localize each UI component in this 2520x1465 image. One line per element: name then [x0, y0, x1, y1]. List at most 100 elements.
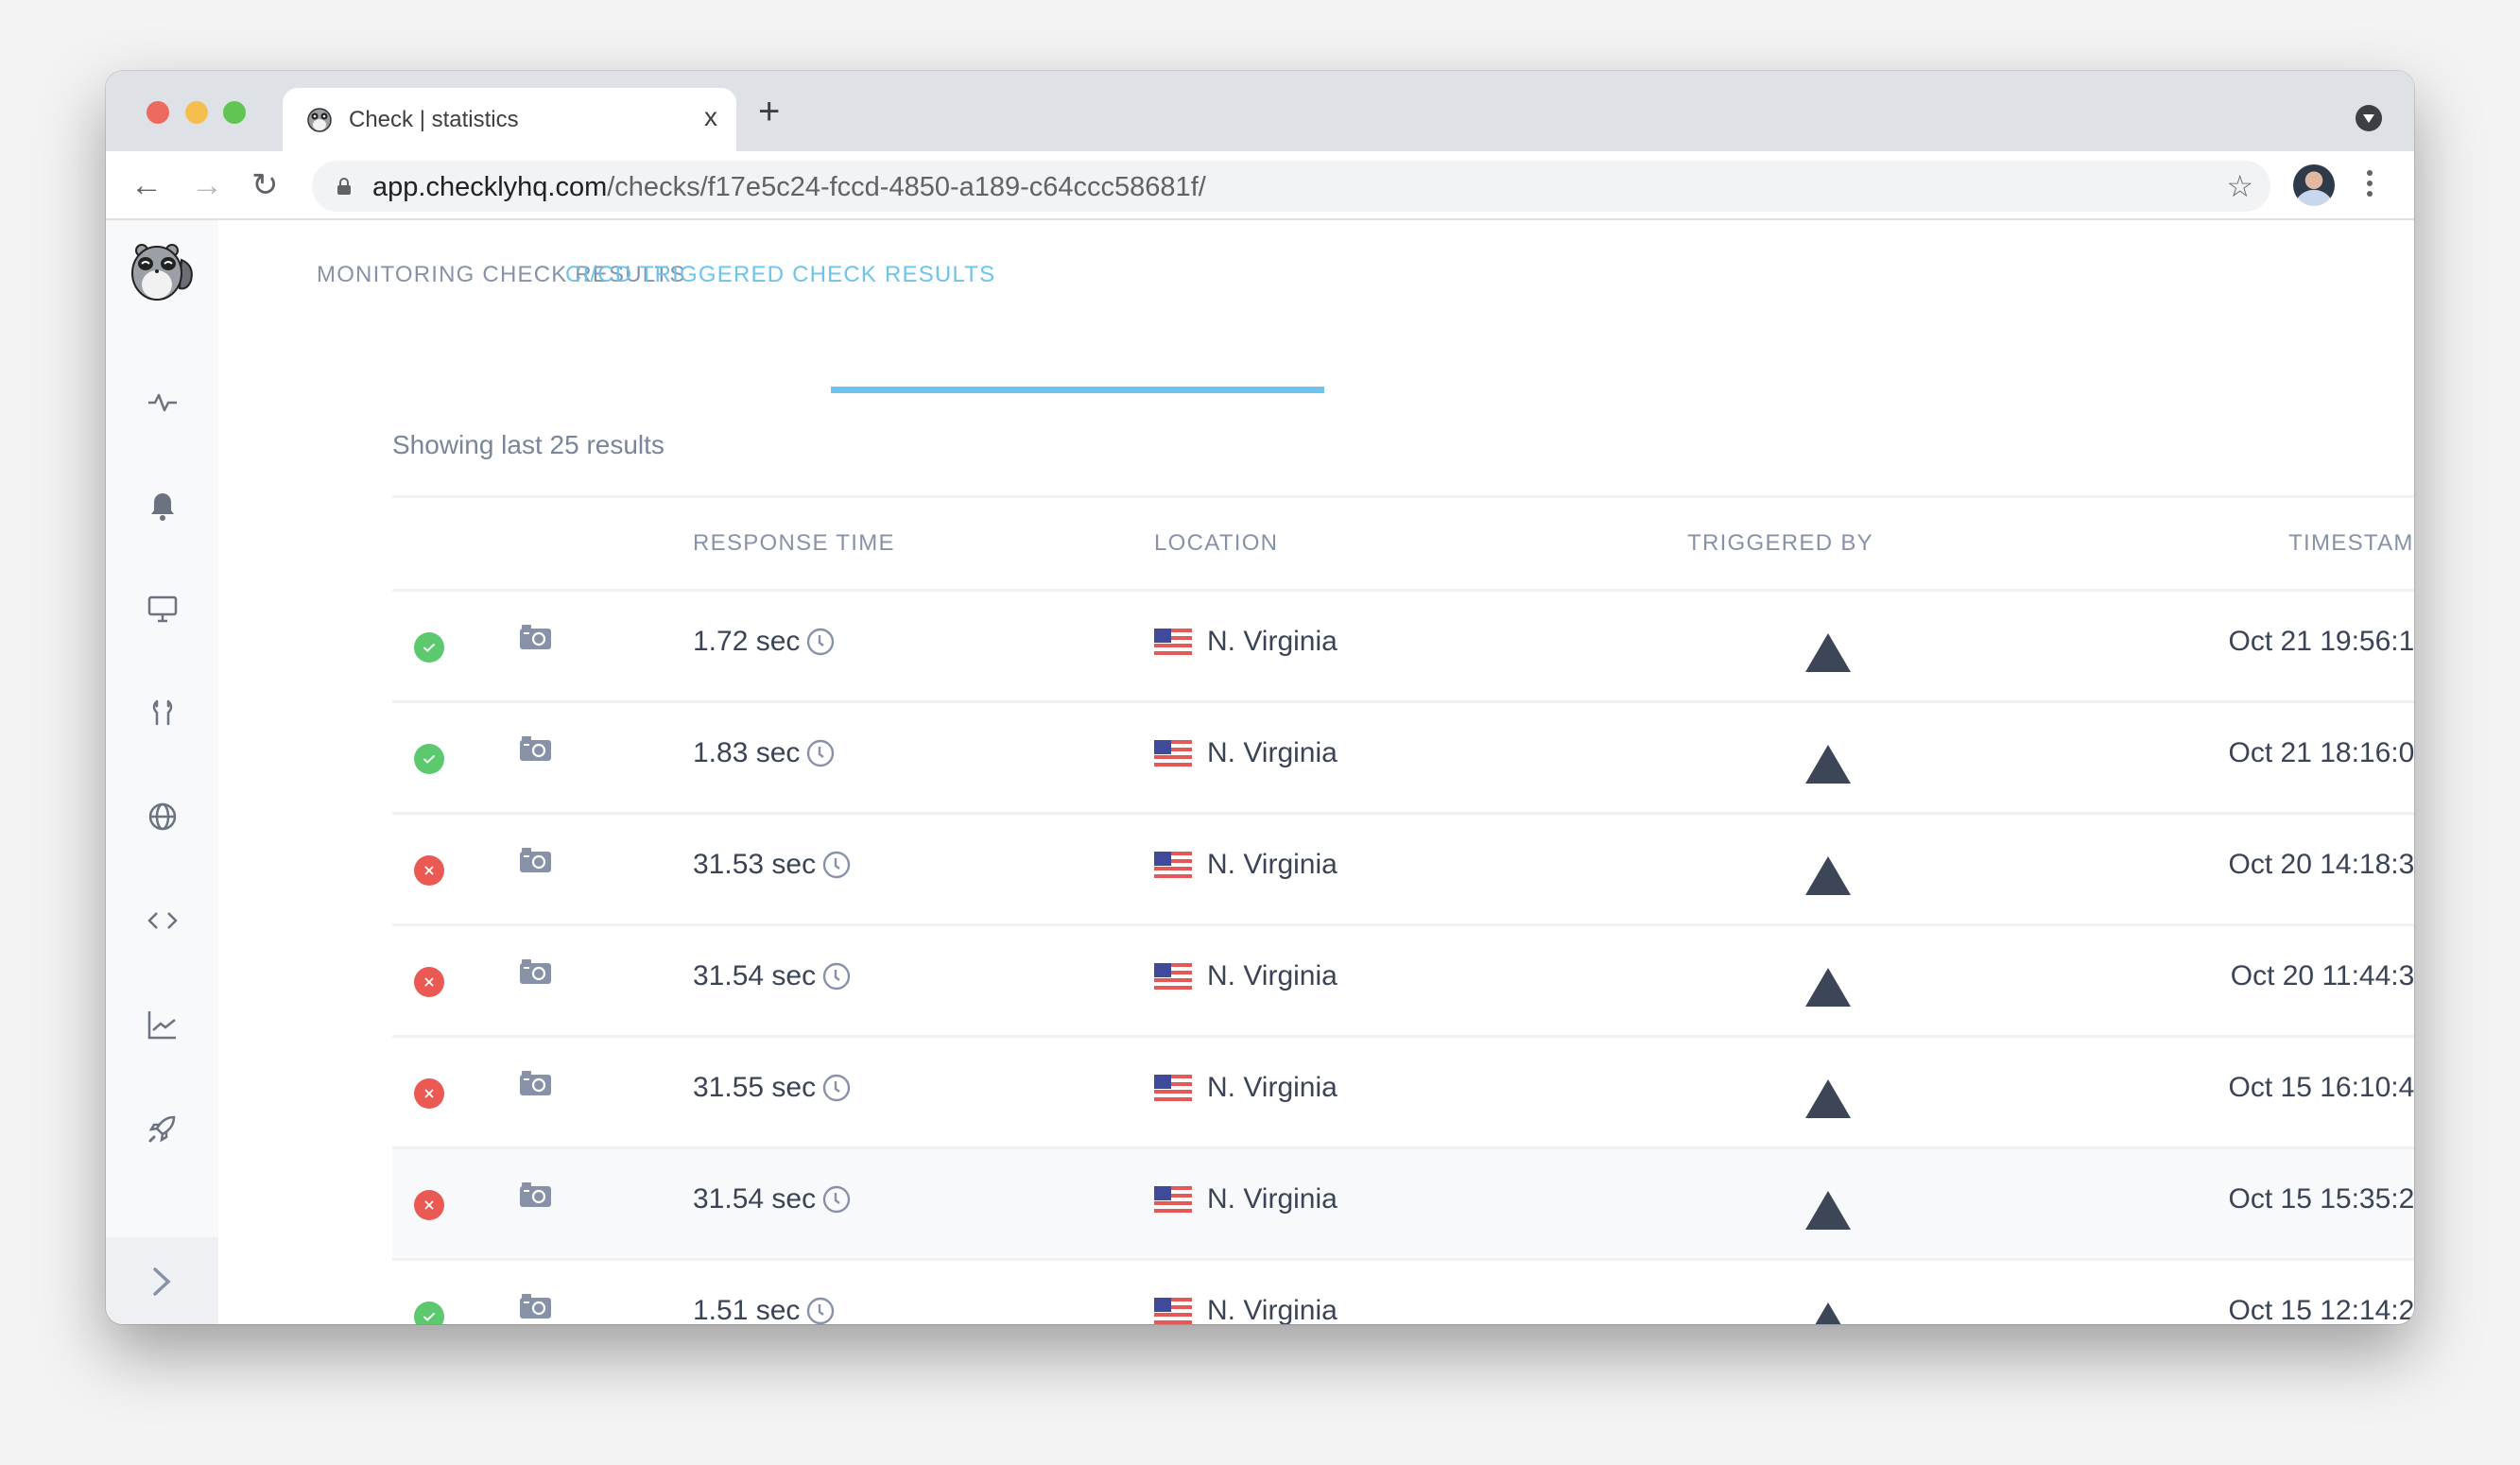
vercel-icon[interactable] — [1805, 856, 1851, 895]
response-time-value: 1.83 sec — [693, 737, 801, 768]
clock-icon[interactable] — [805, 1296, 836, 1324]
status-fail-icon — [414, 1190, 444, 1220]
minimize-window-button[interactable] — [185, 101, 208, 124]
clock-icon[interactable] — [805, 627, 836, 657]
camera-icon[interactable] — [520, 1182, 551, 1207]
tab-cicd-triggered-check-results[interactable]: CI/CD TRIGGERED CHECK RESULTS — [565, 262, 995, 288]
table-row[interactable]: 31.54 sec N. Virginia Oct 20 11:44:30 — [392, 926, 2414, 1038]
location: N. Virginia — [1154, 849, 1338, 881]
timestamp: Oct 21 19:56:13 — [2228, 626, 2415, 657]
checkly-raccoon-logo[interactable] — [129, 241, 197, 303]
globe-icon — [148, 802, 177, 831]
timestamp: Oct 15 12:14:21 — [2228, 1295, 2415, 1324]
clock-icon[interactable] — [821, 1073, 852, 1103]
location-name: N. Virginia — [1207, 849, 1338, 880]
address-bar[interactable]: app.checklyhq.com/checks/f17e5c24-fccd-4… — [312, 161, 2270, 212]
table-row[interactable]: 1.51 sec N. Virginia Oct 15 12:14:21 — [392, 1261, 2414, 1324]
us-flag-icon — [1154, 740, 1192, 767]
response-time: 31.54 sec — [693, 1183, 852, 1215]
status-pass-icon — [414, 1301, 444, 1324]
back-arrow-icon[interactable]: ← — [130, 166, 163, 204]
cross-mark-icon — [424, 1200, 434, 1210]
vercel-icon[interactable] — [1805, 1191, 1851, 1230]
table-row[interactable]: 1.72 sec N. Virginia Oct 21 19:56:13 — [392, 592, 2414, 703]
clock-icon[interactable] — [821, 850, 852, 880]
timestamp: Oct 15 15:35:22 — [2228, 1183, 2415, 1215]
response-time-value: 31.54 sec — [693, 1183, 817, 1215]
maximize-window-button[interactable] — [223, 101, 246, 124]
clock-icon[interactable] — [805, 738, 836, 768]
camera-icon[interactable] — [520, 959, 551, 984]
sidebar-item-snippets[interactable] — [146, 904, 180, 938]
new-tab-button[interactable]: + — [758, 93, 780, 130]
header-timestamp[interactable]: TIMESTAMP — [2288, 530, 2414, 557]
main-content: MONITORING CHECK RESULTS CI/CD TRIGGERED… — [218, 220, 2414, 1324]
sidebar-item-getting-started[interactable] — [146, 1112, 180, 1146]
table-row[interactable]: 1.83 sec N. Virginia Oct 21 18:16:02 — [392, 703, 2414, 815]
location: N. Virginia — [1154, 1072, 1338, 1104]
close-window-button[interactable] — [147, 101, 169, 124]
vercel-icon[interactable] — [1805, 633, 1851, 672]
table-row[interactable]: 31.54 sec N. Virginia Oct 15 15:35:22 — [392, 1149, 2414, 1261]
status-fail-icon — [414, 967, 444, 997]
timestamp: Oct 20 14:18:38 — [2228, 849, 2415, 880]
timestamp: Oct 20 11:44:30 — [2230, 960, 2414, 991]
vercel-icon[interactable] — [1805, 745, 1851, 784]
camera-icon[interactable] — [520, 1071, 551, 1095]
lock-icon — [337, 178, 351, 195]
header-response-time[interactable]: RESPONSE TIME — [693, 530, 895, 557]
tab-search-icon[interactable] — [2356, 105, 2382, 131]
sidebar-item-private-locations[interactable] — [146, 800, 180, 834]
close-tab-icon[interactable]: x — [704, 103, 717, 131]
response-time: 1.83 sec — [693, 737, 836, 769]
location: N. Virginia — [1154, 1183, 1338, 1215]
browser-toolbar: ← → ↻ app.checklyhq.com/checks/f17e5c24-… — [106, 151, 2414, 220]
browser-tab[interactable]: Check | statistics x — [283, 88, 736, 151]
raccoon-favicon-icon — [307, 108, 332, 132]
vercel-icon[interactable] — [1805, 1302, 1851, 1324]
active-tab-indicator — [831, 387, 1324, 393]
vercel-icon[interactable] — [1805, 968, 1851, 1007]
response-time-value: 31.55 sec — [693, 1072, 817, 1103]
sidebar-item-maintenance[interactable] — [146, 696, 180, 730]
clock-icon[interactable] — [821, 1184, 852, 1215]
camera-icon[interactable] — [520, 736, 551, 761]
url-host: app.checklyhq.com — [372, 172, 608, 202]
results-table: RESPONSE TIME LOCATION TRIGGERED BY TIME… — [392, 495, 2414, 1324]
location-name: N. Virginia — [1207, 1183, 1338, 1215]
url-text[interactable]: app.checklyhq.com/checks/f17e5c24-fccd-4… — [372, 172, 1206, 203]
location: N. Virginia — [1154, 626, 1338, 658]
table-row[interactable]: 31.53 sec N. Virginia Oct 20 14:18:38 — [392, 815, 2414, 926]
sidebar-item-alerts[interactable] — [146, 490, 180, 524]
us-flag-icon — [1154, 852, 1192, 878]
response-time-value: 1.51 sec — [693, 1295, 801, 1324]
response-time: 31.55 sec — [693, 1072, 852, 1104]
timestamp: Oct 15 16:10:42 — [2228, 1072, 2415, 1103]
status-pass-icon — [414, 744, 444, 774]
status-fail-icon — [414, 1078, 444, 1109]
clock-icon[interactable] — [821, 961, 852, 991]
rocket-icon — [148, 1115, 176, 1143]
sidebar-item-reporting[interactable] — [146, 1008, 180, 1042]
forward-arrow-icon[interactable]: → — [191, 166, 223, 204]
wrench-icon — [152, 699, 173, 726]
header-triggered-by[interactable]: TRIGGERED BY — [1687, 530, 1873, 557]
header-location[interactable]: LOCATION — [1154, 530, 1278, 557]
us-flag-icon — [1154, 1075, 1192, 1101]
camera-icon[interactable] — [520, 625, 551, 649]
browser-menu-icon[interactable] — [2367, 170, 2373, 200]
profile-avatar[interactable] — [2293, 164, 2335, 206]
location-name: N. Virginia — [1207, 626, 1338, 657]
us-flag-icon — [1154, 1298, 1192, 1324]
sidebar-item-dashboards[interactable] — [146, 592, 180, 626]
vercel-icon[interactable] — [1805, 1079, 1851, 1118]
sidebar-item-checks[interactable] — [146, 386, 180, 420]
camera-icon[interactable] — [520, 848, 551, 872]
chart-icon — [147, 1011, 176, 1040]
sidebar-expand-button[interactable] — [106, 1237, 218, 1324]
table-row[interactable]: 31.55 sec N. Virginia Oct 15 16:10:42 — [392, 1038, 2414, 1149]
browser-window: Check | statistics x + ← → ↻ app.checkly… — [106, 71, 2414, 1324]
bookmark-star-icon[interactable]: ☆ — [2226, 170, 2253, 202]
camera-icon[interactable] — [520, 1294, 551, 1318]
reload-icon[interactable]: ↻ — [251, 166, 279, 204]
